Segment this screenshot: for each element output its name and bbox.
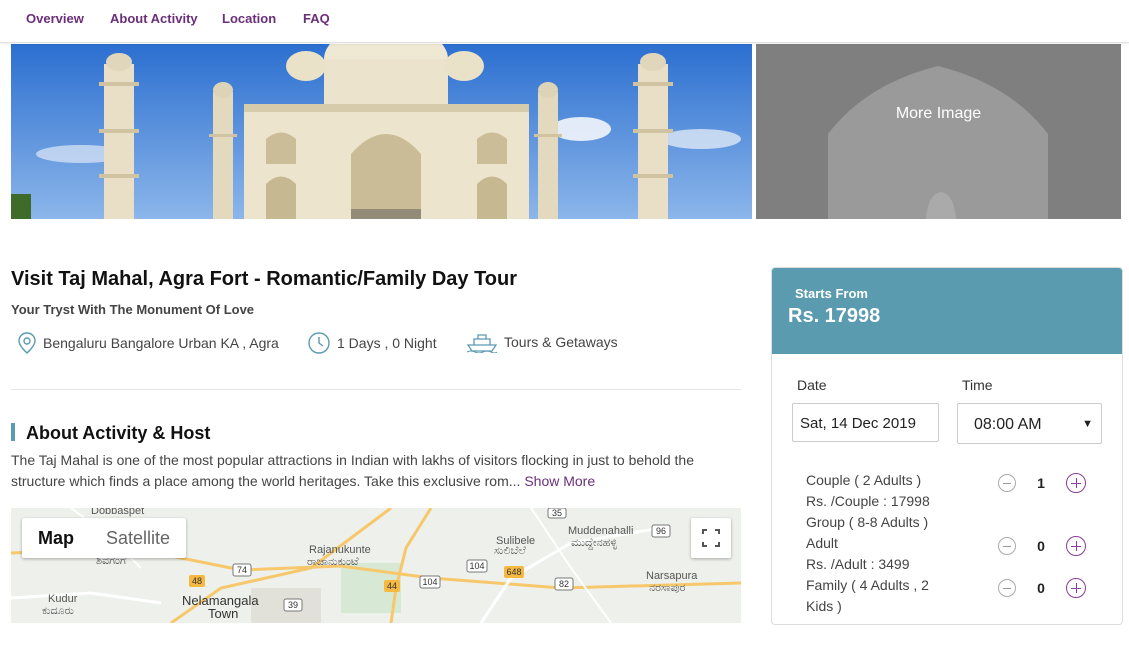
- group-quantity-stepper: 0: [998, 536, 1086, 556]
- package-group-line: Group ( 8-8 Adults ): [806, 514, 929, 530]
- divider: [11, 389, 741, 390]
- location-pin-icon: [18, 332, 36, 354]
- increment-button[interactable]: [1066, 578, 1086, 598]
- duration-meta: 1 Days , 0 Night: [307, 331, 437, 355]
- nav-about-activity[interactable]: About Activity: [110, 11, 198, 26]
- package-group-line: Rs. /Adult : 3499: [806, 556, 910, 572]
- clock-icon: [308, 332, 330, 354]
- about-heading: About Activity & Host: [26, 423, 211, 443]
- quantity-value: 1: [1037, 475, 1045, 491]
- date-label: Date: [797, 377, 827, 393]
- package-couple-line: Rs. /Couple : 17998: [806, 493, 930, 509]
- map-place-label: ಮುದ್ದೇನಹಳ್ಳಿ: [571, 536, 617, 549]
- activity-title: Visit Taj Mahal, Agra Fort - Romantic/Fa…: [11, 268, 518, 290]
- quantity-value: 0: [1037, 538, 1045, 554]
- road-shield: 74: [237, 565, 247, 575]
- road-shield: 648: [506, 567, 521, 577]
- package-family-line: Kids ): [806, 598, 842, 614]
- couple-quantity-stepper: 1: [998, 473, 1086, 493]
- duration-text: 1 Days , 0 Night: [337, 335, 437, 351]
- nav-location[interactable]: Location: [222, 11, 276, 26]
- road-shield: 104: [422, 577, 437, 587]
- map-place-label: ನರಸಾಪುರ: [649, 581, 686, 594]
- dropdown-caret-icon: ▼: [1082, 418, 1093, 430]
- package-list: Couple ( 2 Adults ) Rs. /Couple : 17998 …: [806, 470, 966, 617]
- road-shield: 35: [552, 508, 562, 518]
- location-meta: Bengaluru Bangalore Urban KA , Agra: [17, 331, 279, 355]
- time-select[interactable]: 08:00 AM ▼: [957, 403, 1102, 444]
- nav-faq[interactable]: FAQ: [303, 11, 330, 26]
- location-map[interactable]: Dobbaspet Rajanukunte ರಾಜಾನುಕುಂಟೆ Sulibe…: [11, 508, 741, 623]
- map-place-label: ಸುಲಿಬೆಲೆ: [494, 544, 526, 557]
- fullscreen-button[interactable]: [691, 518, 731, 558]
- map-place-label: Town: [208, 606, 238, 621]
- family-quantity-stepper: 0: [998, 578, 1086, 598]
- boat-icon: [466, 334, 498, 353]
- road-shield: 96: [656, 526, 666, 536]
- increment-button[interactable]: [1066, 536, 1086, 556]
- booking-card: Starts From Rs. 17998 Date Time Sat, 14 …: [771, 267, 1123, 625]
- package-group-line: Adult: [806, 535, 838, 551]
- section-nav: Overview About Activity Location FAQ: [0, 0, 1129, 43]
- map-place-label: ರಾಜಾನುಕುಂಟೆ: [307, 555, 359, 568]
- category-meta: Tours & Getaways: [466, 331, 618, 353]
- map-place-label: ಕುದೂರು: [42, 604, 74, 617]
- section-accent-bar: [11, 423, 15, 441]
- decrement-button[interactable]: [998, 579, 1016, 597]
- more-images-label: More Image: [895, 105, 982, 122]
- package-couple-line: Couple ( 2 Adults ): [806, 472, 922, 488]
- price-header: Starts From Rs. 17998: [772, 268, 1122, 354]
- nav-overview[interactable]: Overview: [26, 11, 84, 26]
- satellite-tab-button[interactable]: Satellite: [90, 518, 186, 558]
- starts-from-label: Starts From: [795, 286, 868, 301]
- fullscreen-icon: [702, 529, 720, 547]
- road-shield: 48: [192, 576, 202, 586]
- hero-image[interactable]: [11, 44, 752, 219]
- decrement-button[interactable]: [998, 474, 1016, 492]
- road-shield: 104: [469, 561, 484, 571]
- road-shield: 39: [288, 600, 298, 610]
- time-label: Time: [962, 377, 993, 393]
- increment-button[interactable]: [1066, 473, 1086, 493]
- map-tab-button[interactable]: Map: [22, 518, 90, 558]
- about-description: The Taj Mahal is one of the most popular…: [11, 450, 741, 492]
- decrement-button[interactable]: [998, 537, 1016, 555]
- package-family-line: Family ( 4 Adults , 2: [806, 577, 929, 593]
- road-shield: 44: [387, 581, 397, 591]
- road-shield: 82: [559, 579, 569, 589]
- location-text: Bengaluru Bangalore Urban KA , Agra: [43, 335, 279, 351]
- category-text: Tours & Getaways: [504, 334, 618, 350]
- more-images-tile[interactable]: More Image: [756, 44, 1121, 219]
- show-more-link[interactable]: Show More: [524, 473, 595, 489]
- date-field[interactable]: Sat, 14 Dec 2019: [792, 403, 939, 442]
- activity-subtitle: Your Tryst With The Monument Of Love: [11, 302, 255, 317]
- price-value: Rs. 17998: [788, 305, 881, 327]
- map-place-label: Dobbaspet: [91, 508, 144, 517]
- map-type-toggle: Map Satellite: [22, 518, 187, 558]
- quantity-value: 0: [1037, 580, 1045, 596]
- time-value: 08:00 AM: [974, 416, 1042, 433]
